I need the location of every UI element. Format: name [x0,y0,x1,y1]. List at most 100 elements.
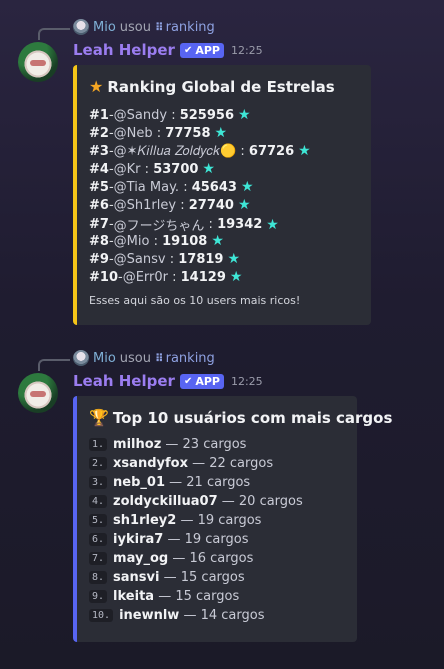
embed-accent-bar [73,396,77,642]
rank-user[interactable]: @Sandy [114,108,167,123]
mini-avatar[interactable] [73,350,89,366]
rank-colon: : [179,179,192,195]
rank-user[interactable]: @Mio [114,234,150,249]
command-icon: ⠿ [155,351,164,365]
reply-context[interactable]: Mio usou ⠿ ranking [73,349,215,367]
reply-command-label: ranking [165,350,215,366]
avatar[interactable] [18,373,58,413]
star-icon: ★ [240,179,254,195]
rank-colon: : [167,269,181,285]
message-header: Leah Helper ✔ APP 12:25 [73,372,263,390]
reply-command[interactable]: ⠿ ranking [155,351,215,366]
reply-username[interactable]: Mio [93,351,116,366]
list-username: sh1rley2 [113,513,177,528]
rank-number: 5. [89,514,108,527]
list-count: — 19 cargos [180,513,262,528]
list-count: — 21 cargos [169,475,251,490]
rank-user[interactable]: @Tia May. [114,180,179,195]
rank-user[interactable]: @Kr [114,162,141,177]
list-count: — 16 cargos [172,551,254,566]
rank-user[interactable]: @✶𝐾𝑖𝑙𝑙𝑢𝑎 𝑍𝑜𝑙𝑑𝑦𝑐𝑘🟡 [114,144,237,159]
rank-user[interactable]: @Neb [114,126,153,141]
rank-number: 4. [89,495,108,508]
list-username: inewnlw [119,608,180,623]
rank-number: 8. [89,571,108,584]
rank-position: #1 [89,107,109,123]
check-icon: ✔ [183,44,193,56]
timestamp[interactable]: 12:25 [231,44,263,57]
reply-connector [38,28,70,40]
reply-command[interactable]: ⠿ ranking [155,20,215,35]
rank-position: #9 [89,251,109,267]
rank-position: #4 [89,161,109,177]
star-icon: ★ [89,77,104,96]
list-item: 6. iykira7 — 19 cargos [89,532,248,547]
list-username: milhoz [113,437,162,452]
avatar[interactable] [18,42,58,82]
rank-position: #3 [89,143,109,159]
rank-position: #2 [89,125,109,141]
list-username: zoldyckillua07 [113,494,218,509]
mini-avatar[interactable] [73,19,89,35]
ranking-row: #9 - @Sansv : 17819 ★ [89,251,240,267]
timestamp[interactable]: 12:25 [231,375,263,388]
rank-number: 7. [89,552,108,565]
rank-colon: : [236,143,249,159]
star-icon: ★ [238,107,251,123]
rank-position: #7 [89,217,109,232]
embed-title-text: Ranking Global de Estrelas [107,77,335,96]
rank-position: #6 [89,197,109,213]
list-username: xsandyfox [113,456,188,471]
author-name[interactable]: Leah Helper [73,372,175,390]
list-count: — 15 cargos [158,589,240,604]
rank-user[interactable]: @Sansv [114,252,166,267]
command-icon: ⠿ [155,20,164,34]
star-icon: ★ [229,269,243,285]
list-username: iykira7 [113,532,164,547]
reply-username[interactable]: Mio [93,20,116,35]
badge-label: APP [195,374,220,388]
embed-title-text: Top 10 usuários com mais cargos [112,408,393,427]
rank-colon: : [152,125,166,141]
rank-value: 45643 [191,179,237,195]
star-icon: ★ [227,251,241,267]
check-icon: ✔ [183,375,193,387]
embed-title: ★ Ranking Global de Estrelas [89,77,335,96]
list-username: sansvi [113,570,160,585]
author-name[interactable]: Leah Helper [73,41,175,59]
rank-value: 17819 [178,251,224,267]
star-icon: ★ [298,143,311,159]
rank-user[interactable]: @フージちゃん [114,215,205,234]
list-username: lkeita [113,589,155,604]
embed-cargos-ranking: 🏆 Top 10 usuários com mais cargos 1. mil… [73,396,392,642]
embed-title: 🏆 Top 10 usuários com mais cargos [89,408,392,427]
rank-number: 10. [89,609,114,622]
rank-value: 77758 [165,125,211,141]
rank-number: 6. [89,533,108,546]
star-icon: ★ [202,161,215,177]
ranking-row: #8 - @Mio : 19108 ★ [89,233,224,249]
rank-colon: : [140,161,154,177]
list-item: 5. sh1rley2 — 19 cargos [89,513,261,528]
list-item: 2. xsandyfox — 22 cargos [89,456,273,471]
message-header: Leah Helper ✔ APP 12:25 [73,41,263,59]
ranking-row: #2 - @Neb : 77758 ★ [89,125,227,141]
ranking-row: #10 - @Err0r : 14129 ★ [89,269,242,285]
reply-context[interactable]: Mio usou ⠿ ranking [73,18,215,36]
embed-star-ranking: ★ Ranking Global de Estrelas #1 - @Sandy… [73,65,371,325]
list-count: — 22 cargos [192,456,274,471]
list-count: — 19 cargos [167,532,249,547]
reply-connector [38,359,70,371]
list-item: 9. lkeita — 15 cargos [89,589,239,604]
ranking-row: #4 - @Kr : 53700 ★ [89,161,215,177]
reply-command-label: ranking [165,19,215,35]
reply-verb: usou [119,350,152,366]
rank-number: 2. [89,457,108,470]
list-count: — 14 cargos [183,608,265,623]
reply-verb: usou [119,19,152,35]
rank-value: 53700 [153,161,199,177]
rank-position: #5 [89,179,109,195]
rank-user[interactable]: @Sh1rley [114,198,176,213]
rank-user[interactable]: @Err0r [123,270,168,285]
list-count: — 20 cargos [221,494,303,509]
